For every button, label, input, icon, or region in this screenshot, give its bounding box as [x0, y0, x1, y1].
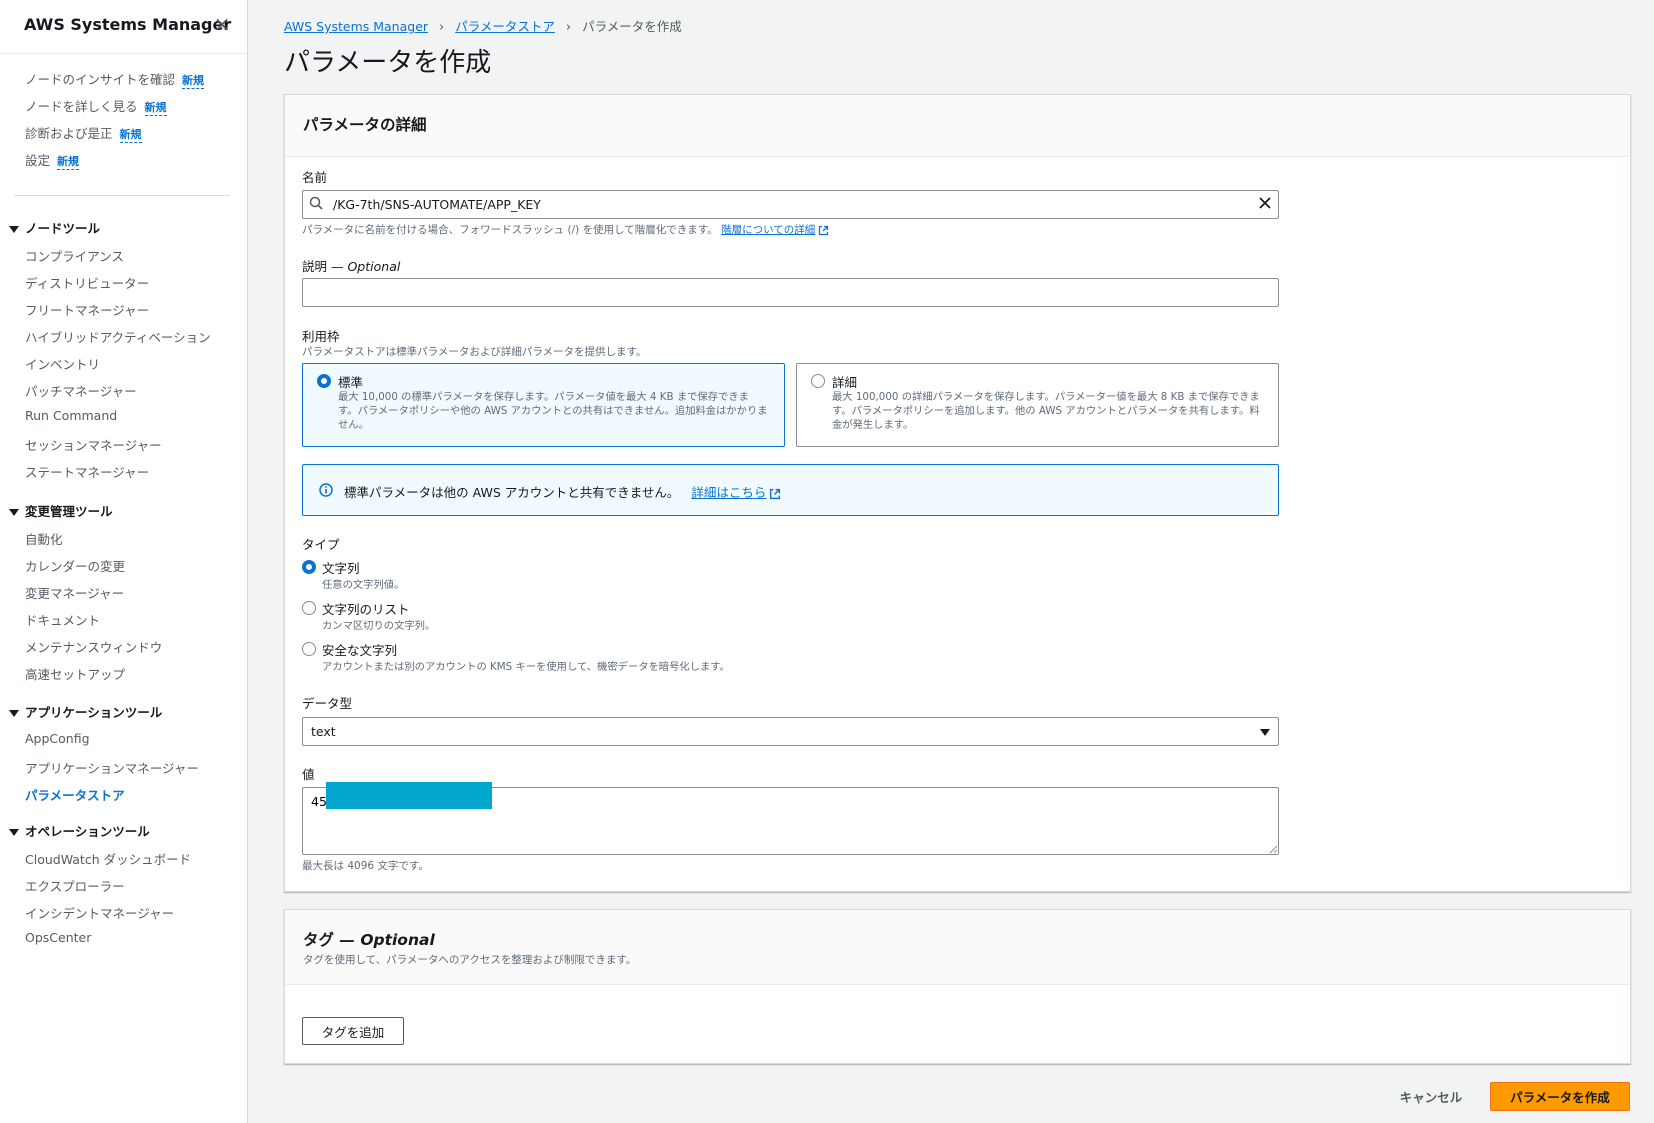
tier-standard-desc: 最大 10,000 の標準パラメータを保存します。パラメータ値を最大 4 KB …: [338, 391, 768, 431]
sidebar-item-fleet-manager[interactable]: フリートマネージャー: [25, 300, 149, 319]
hierarchy-help-link[interactable]: 階層についての詳細: [721, 224, 815, 236]
breadcrumb: AWS Systems Manager › パラメータストア › パラメータを作成: [284, 16, 682, 35]
panel-header: パラメータの詳細: [285, 95, 1630, 157]
sidebar-item-distributor[interactable]: ディストリビューター: [25, 273, 149, 292]
tier-standard-title: 標準: [338, 375, 364, 390]
caret-down-icon: [9, 710, 19, 717]
panel-header: タグ — Optional タグを使用して、パラメータへのアクセスを整理および制…: [285, 910, 1630, 985]
panel-title: パラメータの詳細: [303, 116, 427, 134]
name-label: 名前: [302, 170, 328, 185]
external-link-icon: [819, 225, 829, 235]
sidebar-item-hybrid-activations[interactable]: ハイブリッドアクティベーション: [25, 327, 211, 346]
tier-standard-card[interactable]: 標準 最大 10,000 の標準パラメータを保存します。パラメータ値を最大 4 …: [302, 363, 785, 447]
sidebar-item-maintenance-windows[interactable]: メンテナンスウィンドウ: [25, 637, 162, 656]
cancel-button[interactable]: キャンセル: [1385, 1082, 1477, 1110]
type-string-radio[interactable]: [302, 560, 316, 574]
section-operations-tools[interactable]: オペレーションツール: [9, 821, 150, 840]
sidebar-item-compliance[interactable]: コンプライアンス: [25, 246, 124, 265]
add-tag-button[interactable]: タグを追加: [302, 1017, 404, 1045]
redaction-block: [326, 782, 492, 809]
external-link-icon: [770, 488, 781, 499]
search-icon: [309, 196, 323, 210]
sidebar-item-cloudwatch-dashboard[interactable]: CloudWatch ダッシュボード: [25, 849, 191, 868]
value-hint: 最大長は 4096 文字です。: [302, 860, 429, 872]
divider: [0, 53, 247, 54]
sidebar-item-change-calendar[interactable]: カレンダーの変更: [25, 556, 125, 575]
section-change-management[interactable]: 変更管理ツール: [9, 501, 113, 520]
tags-title: タグ — Optional: [303, 931, 435, 949]
tier-label: 利用枠: [302, 329, 340, 344]
new-badge: 新規: [182, 74, 205, 89]
page-title: パラメータを作成: [284, 48, 492, 78]
datatype-select[interactable]: text: [302, 717, 1279, 746]
sidebar-item-opscenter[interactable]: OpsCenter: [25, 930, 91, 945]
resize-grip-icon[interactable]: [1269, 845, 1278, 854]
chevron-right-icon: ›: [565, 20, 572, 35]
sidebar-item-session-manager[interactable]: セッションマネージャー: [25, 435, 162, 454]
sidebar-item-explore-nodes[interactable]: ノードを詳しく見る 新規: [25, 96, 167, 116]
caret-down-icon: [9, 226, 19, 233]
sidebar-item-state-manager[interactable]: ステートマネージャー: [25, 462, 149, 481]
tags-desc: タグを使用して、パラメータへのアクセスを整理および制限できます。: [303, 954, 637, 966]
sidebar-item-application-manager[interactable]: アプリケーションマネージャー: [25, 758, 199, 777]
sidebar-item-quick-setup[interactable]: 高速セットアップ: [25, 664, 125, 683]
chevron-right-icon: ›: [439, 20, 445, 35]
section-application-tools[interactable]: アプリケーションツール: [9, 702, 162, 721]
type-label: タイプ: [302, 537, 340, 552]
caret-down-icon: [9, 509, 19, 516]
caret-down-icon: [9, 829, 19, 836]
sidebar-brand[interactable]: AWS Systems Manager: [24, 15, 231, 34]
breadcrumb-current: パラメータを作成: [582, 19, 682, 34]
tier-advanced-title: 詳細: [832, 375, 858, 390]
sidebar-item-settings[interactable]: 設定 新規: [25, 150, 80, 170]
type-stringlist-radio[interactable]: [302, 601, 316, 615]
tier-advanced-desc: 最大 100,000 の詳細パラメータを保存します。パラメーター値を最大 8 K…: [832, 391, 1260, 431]
tier-advanced-card[interactable]: 詳細 最大 100,000 の詳細パラメータを保存します。パラメーター値を最大 …: [796, 363, 1279, 447]
sidebar-item-automation[interactable]: 自動化: [25, 529, 63, 548]
sidebar-item-diagnose-remediate[interactable]: 診断および是正 新規: [25, 123, 142, 143]
sidebar-item-run-command[interactable]: Run Command: [25, 408, 117, 423]
sidebar-item-documents[interactable]: ドキュメント: [25, 610, 100, 629]
sidebar-item-change-manager[interactable]: 変更マネージャー: [25, 583, 124, 602]
breadcrumb-systems-manager[interactable]: AWS Systems Manager: [284, 19, 428, 34]
close-icon[interactable]: ×: [211, 13, 233, 35]
sidebar-item-node-insights[interactable]: ノードのインサイトを確認 新規: [25, 69, 205, 89]
tags-panel: タグ — Optional タグを使用して、パラメータへのアクセスを整理および制…: [284, 909, 1631, 1064]
divider: [14, 195, 230, 196]
create-parameter-button[interactable]: パラメータを作成: [1490, 1082, 1630, 1111]
caret-down-icon: [1260, 729, 1270, 736]
description-field[interactable]: [302, 278, 1279, 307]
name-hint: パラメータに名前を付ける場合、フォワードスラッシュ (/) を使用して階層化でき…: [302, 222, 829, 237]
datatype-value: text: [311, 724, 336, 739]
info-icon: [319, 483, 333, 497]
new-badge: 新規: [119, 128, 142, 143]
sidebar-item-explorer[interactable]: エクスプローラー: [25, 876, 125, 895]
info-alert: 標準パラメータは他の AWS アカウントと共有できません。 詳細はこちら: [302, 464, 1279, 516]
new-badge: 新規: [144, 101, 167, 116]
name-field[interactable]: [302, 190, 1279, 219]
sidebar: AWS Systems Manager × ノードのインサイトを確認 新規 ノード…: [0, 0, 248, 1123]
datatype-label: データ型: [302, 696, 353, 711]
value-label: 値: [302, 767, 315, 782]
tier-hint: パラメータストアは標準パラメータおよび詳細パラメータを提供します。: [302, 346, 647, 358]
sidebar-item-patch-manager[interactable]: パッチマネージャー: [25, 381, 137, 400]
clear-icon[interactable]: [1257, 195, 1273, 211]
type-securestring-radio[interactable]: [302, 642, 316, 656]
learn-more-link[interactable]: 詳細はこちら: [691, 485, 766, 500]
sidebar-item-parameter-store[interactable]: パラメータストア: [25, 785, 125, 804]
description-label: 説明 — Optional: [302, 259, 401, 274]
sidebar-item-inventory[interactable]: インベントリ: [25, 354, 100, 373]
breadcrumb-parameter-store[interactable]: パラメータストア: [455, 19, 555, 34]
new-badge: 新規: [57, 155, 80, 170]
tier-advanced-radio[interactable]: [811, 374, 825, 388]
tier-standard-radio[interactable]: [317, 374, 331, 388]
info-text: 標準パラメータは他の AWS アカウントと共有できません。 詳細はこちら: [344, 482, 781, 501]
sidebar-item-incident-manager[interactable]: インシデントマネージャー: [25, 903, 174, 922]
sidebar-item-appconfig[interactable]: AppConfig: [25, 731, 90, 746]
section-node-tools[interactable]: ノードツール: [9, 218, 100, 237]
